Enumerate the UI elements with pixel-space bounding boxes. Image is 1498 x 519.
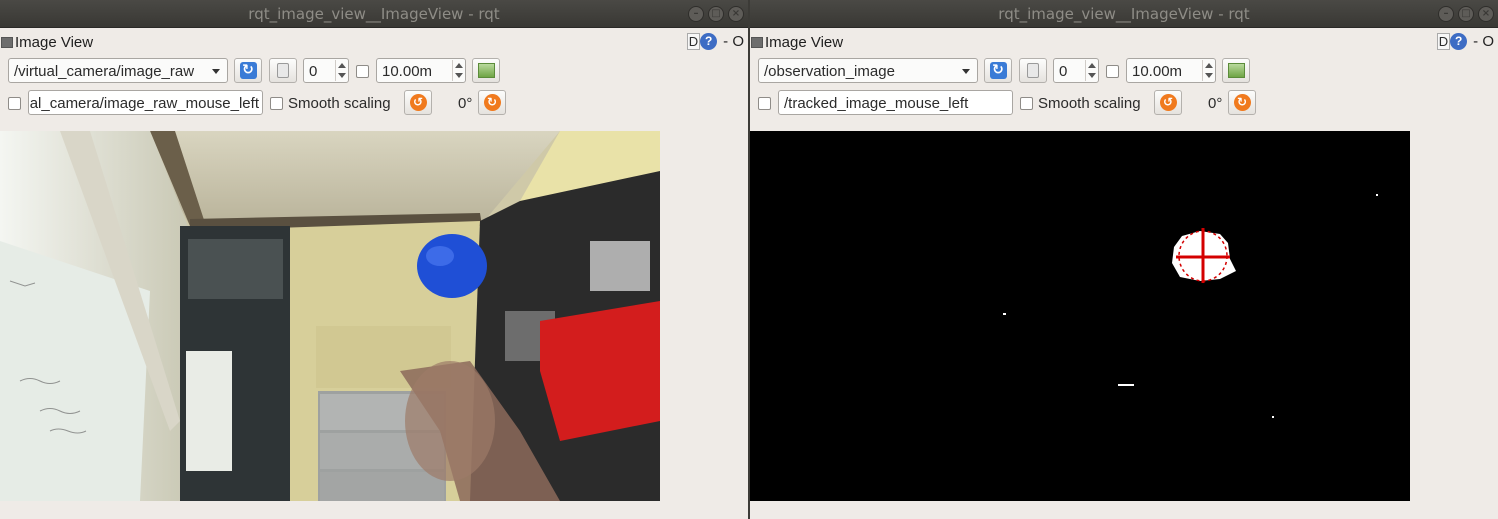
rotate-left-icon: ↺ [409,94,427,111]
mouse-topic-value: al_camera/image_raw_mouse_left [29,95,259,112]
spin-up-icon[interactable] [338,63,346,68]
refresh-button[interactable]: ↻ [234,58,262,83]
rotate-right-button[interactable]: ↻ [1228,90,1256,115]
topic-combobox[interactable]: /observation_image [758,58,978,83]
spin-down-icon[interactable] [1088,73,1096,78]
smooth-scaling-checkbox[interactable] [270,97,283,110]
topic-value: /virtual_camera/image_raw [14,63,195,80]
zoom-spinbox[interactable]: 0 [1053,58,1099,83]
refresh-icon: ↻ [989,62,1007,79]
rotation-label: 0° [1208,95,1223,112]
spin-up-icon[interactable] [455,63,463,68]
dock-header: Image View D ? - O [0,30,748,54]
camera-image-view[interactable] [0,131,660,501]
dock-window-icon [1,37,13,48]
max-range-value: 10.00m [382,63,433,80]
spin-down-icon[interactable] [1205,73,1213,78]
topic-value: /observation_image [764,63,895,80]
zoom-button[interactable] [269,58,297,83]
topic-combobox[interactable]: /virtual_camera/image_raw [8,58,228,83]
zoom-spinbox[interactable]: 0 [303,58,349,83]
rotate-right-button[interactable]: ↻ [478,90,506,115]
smooth-scaling-label: Smooth scaling [1038,95,1141,112]
minimize-button[interactable]: – [688,6,704,22]
spin-up-icon[interactable] [1205,63,1213,68]
chevron-down-icon [212,69,220,74]
range-checkbox[interactable] [356,65,369,78]
publish-mouse-checkbox[interactable] [8,97,21,110]
range-checkbox[interactable] [1106,65,1119,78]
maximize-button[interactable]: □ [708,6,724,22]
dock-title: Image View [15,34,94,51]
dock-controls[interactable]: - O [1473,33,1494,50]
rotate-right-icon: ↻ [1233,94,1251,111]
zoom-button[interactable] [1019,58,1047,83]
smooth-scaling-checkbox[interactable] [1020,97,1033,110]
help-icon[interactable]: ? [1450,33,1468,50]
window-title: rqt_image_view__ImageView - rqt [248,5,500,23]
zoom-value: 0 [1059,63,1068,80]
close-button[interactable]: × [1478,6,1494,22]
save-image-button[interactable] [1222,58,1250,83]
dock-header: Image View D ? - O [750,30,1498,54]
image-view-window-left: rqt_image_view__ImageView - rqt – □ × Im… [0,0,748,519]
camera-image [0,131,660,501]
observation-image-view[interactable] [750,131,1410,501]
minimize-button[interactable]: – [1438,6,1454,22]
max-range-spinbox[interactable]: 10.00m [376,58,466,83]
refresh-icon: ↻ [239,62,257,79]
spin-down-icon[interactable] [338,73,346,78]
mouse-topic-value: /tracked_image_mouse_left [784,95,969,112]
save-icon [1227,63,1245,78]
refresh-button[interactable]: ↻ [984,58,1012,83]
rotation-label: 0° [458,95,473,112]
smooth-scaling-label: Smooth scaling [288,95,391,112]
dock-title: Image View [765,34,844,51]
dock-controls[interactable]: - O [723,33,744,50]
save-icon [477,63,495,78]
close-button[interactable]: × [728,6,744,22]
dock-badge[interactable]: D [1436,33,1451,50]
publish-mouse-checkbox[interactable] [758,97,771,110]
mouse-topic-input[interactable]: al_camera/image_raw_mouse_left [28,90,263,115]
help-icon[interactable]: ? [700,33,718,50]
spin-up-icon[interactable] [1088,63,1096,68]
observation-image [750,131,1410,501]
zoom-value: 0 [309,63,318,80]
maximize-button[interactable]: □ [1458,6,1474,22]
max-range-value: 10.00m [1132,63,1183,80]
save-image-button[interactable] [472,58,500,83]
titlebar[interactable]: rqt_image_view__ImageView - rqt – □ × [0,0,748,28]
dock-badge[interactable]: D [686,33,701,50]
rotate-left-icon: ↺ [1159,94,1177,111]
max-range-spinbox[interactable]: 10.00m [1126,58,1216,83]
window-title: rqt_image_view__ImageView - rqt [998,5,1250,23]
zoom-icon [277,63,289,78]
dock-window-icon [751,37,763,48]
rotate-left-button[interactable]: ↺ [404,90,432,115]
zoom-icon [1027,63,1039,78]
spin-down-icon[interactable] [455,73,463,78]
chevron-down-icon [962,69,970,74]
mouse-topic-input[interactable]: /tracked_image_mouse_left [778,90,1013,115]
rotate-right-icon: ↻ [483,94,501,111]
rotate-left-button[interactable]: ↺ [1154,90,1182,115]
image-view-window-right: rqt_image_view__ImageView - rqt – □ × Im… [750,0,1498,519]
titlebar[interactable]: rqt_image_view__ImageView - rqt – □ × [750,0,1498,28]
